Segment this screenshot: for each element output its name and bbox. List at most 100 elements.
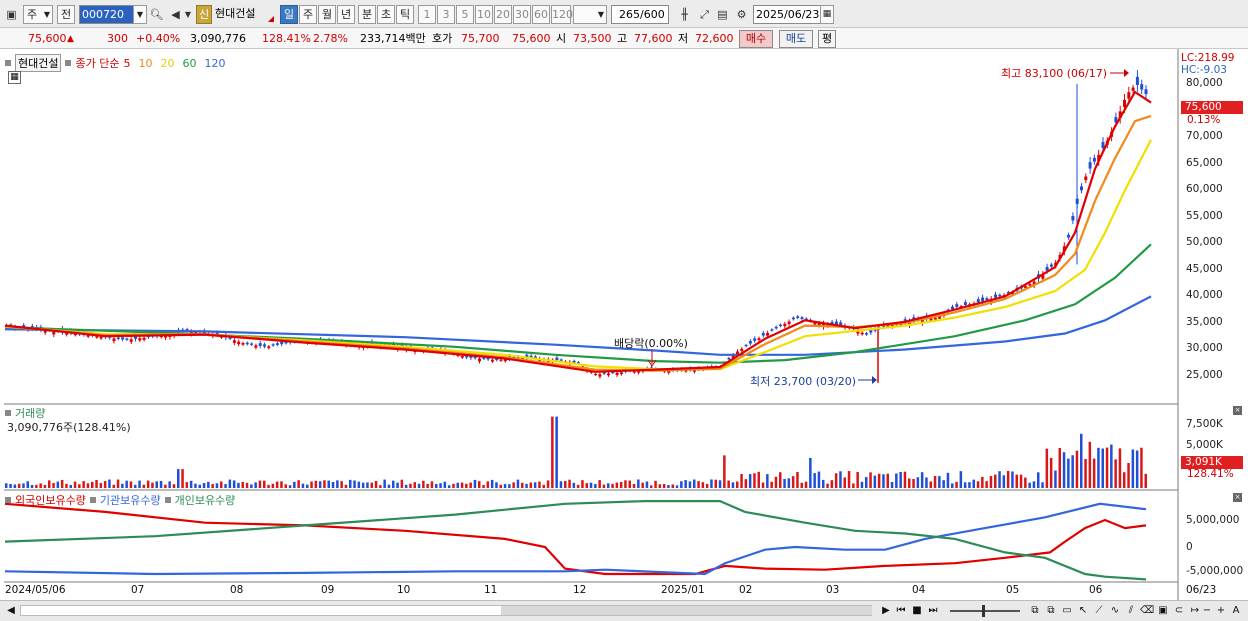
- candle-body: [271, 344, 275, 346]
- volume-bar: [658, 484, 662, 488]
- copy-icon[interactable]: ⧉: [1044, 604, 1058, 618]
- legend-ma60[interactable]: 60: [182, 57, 196, 70]
- close-panel-icon[interactable]: ×: [1233, 493, 1242, 502]
- interval-60[interactable]: 60: [532, 5, 550, 24]
- x-label-08: 08: [230, 584, 244, 596]
- period-month[interactable]: 월: [318, 5, 336, 24]
- magnet-icon[interactable]: ⊂: [1172, 604, 1186, 618]
- trend-tool-icon[interactable]: ∿: [1108, 604, 1122, 618]
- candle-body: [1101, 142, 1105, 148]
- volume-bar: [482, 485, 485, 488]
- price-change: 300: [107, 32, 128, 45]
- zoom-out-icon[interactable]: −: [1200, 604, 1214, 618]
- interval-10[interactable]: 10: [475, 5, 493, 24]
- legend-foreign[interactable]: 외국인보유수량: [15, 492, 86, 508]
- scroll-left-icon[interactable]: ◀: [4, 604, 18, 618]
- ask-price-2: 75,600: [512, 32, 551, 45]
- scroll-track[interactable]: [20, 605, 872, 616]
- text-size-icon[interactable]: A: [1229, 604, 1243, 618]
- x-label-04: 04: [912, 584, 926, 596]
- window-icon[interactable]: ⧉: [1028, 604, 1042, 618]
- speaker-icon[interactable]: ◀: [167, 5, 184, 24]
- image-icon[interactable]: ▣: [1156, 604, 1170, 618]
- volume-bar: [1131, 449, 1135, 488]
- line-tool-icon[interactable]: ⟋: [1092, 604, 1106, 618]
- candle-body: [482, 357, 486, 359]
- volume-bar: [228, 479, 232, 488]
- period-second[interactable]: 초: [377, 5, 395, 24]
- volume-bar: [899, 471, 902, 488]
- stock-code-dropdown[interactable]: ▼: [133, 5, 147, 24]
- gear-icon[interactable]: ⚙: [733, 5, 750, 24]
- zoom-slider-handle[interactable]: [982, 605, 985, 617]
- legend-ma20[interactable]: 20: [160, 57, 174, 70]
- interval-120[interactable]: 120: [551, 5, 573, 24]
- candle-body: [976, 299, 980, 303]
- volume-bar: [869, 472, 872, 488]
- volume-bar: [168, 481, 171, 488]
- chart-window-icon[interactable]: ▣: [3, 5, 20, 24]
- scroll-thumb[interactable]: [501, 606, 872, 615]
- volume-bar: [933, 476, 937, 488]
- interval-20[interactable]: 20: [494, 5, 512, 24]
- legend-ma120[interactable]: 120: [204, 57, 225, 70]
- volume-tick-5000: 5,000K: [1186, 439, 1223, 451]
- legend-stock-name[interactable]: 현대건설: [15, 54, 62, 72]
- period-tick[interactable]: 틱: [396, 5, 414, 24]
- legend-close-label[interactable]: 종가 단순: [75, 55, 119, 71]
- fib-tool-icon[interactable]: ⫽: [1124, 604, 1138, 618]
- legend-institution[interactable]: 기관보유수량: [100, 492, 161, 508]
- volume-bar: [559, 481, 563, 488]
- period-day[interactable]: 일: [280, 5, 298, 24]
- evaluate-button[interactable]: 평: [818, 30, 836, 48]
- chevron-down-icon[interactable]: ▼: [183, 5, 193, 24]
- date-input[interactable]: 2025/06/23: [753, 5, 821, 24]
- period-minute[interactable]: 분: [358, 5, 376, 24]
- count-input[interactable]: 265/600: [611, 5, 669, 24]
- volume-bar: [1028, 482, 1031, 488]
- zoom-in-icon[interactable]: +: [1214, 604, 1228, 618]
- scroll-right-icon[interactable]: ▶: [879, 604, 893, 618]
- zoom-slider[interactable]: [950, 605, 1020, 617]
- volume-bar: [1071, 455, 1074, 488]
- legend-individual[interactable]: 개인보유수량: [175, 492, 236, 508]
- volume-bar: [976, 481, 980, 488]
- candle-body: [985, 298, 989, 300]
- period-year[interactable]: 년: [337, 5, 355, 24]
- stock-code-input[interactable]: 000720: [79, 5, 137, 24]
- volume-bar: [91, 481, 94, 488]
- sell-button[interactable]: 매도: [779, 30, 813, 48]
- period-type-label: 주: [27, 8, 38, 21]
- search-icon[interactable]: 🔍︎: [148, 5, 165, 24]
- stop-icon[interactable]: ■: [910, 604, 924, 618]
- custom-interval-select[interactable]: ▼: [573, 5, 607, 24]
- calendar-icon[interactable]: ▦: [820, 5, 834, 24]
- calculator-icon[interactable]: ▦: [8, 71, 21, 84]
- price-tick-label: 25,000: [1186, 369, 1223, 381]
- volume-bar: [456, 482, 459, 488]
- legend-ma5[interactable]: 5: [123, 57, 130, 70]
- prev-button[interactable]: 전: [57, 5, 75, 24]
- period-week[interactable]: 주: [299, 5, 317, 24]
- interval-5[interactable]: 5: [456, 5, 474, 24]
- fast-forward-icon[interactable]: ⏭: [926, 604, 940, 618]
- erase-icon[interactable]: ⌫: [1140, 604, 1154, 618]
- volume-bar: [426, 483, 429, 488]
- volume-bar: [985, 481, 988, 488]
- period-type-select[interactable]: 주 ▼: [23, 5, 53, 24]
- chart-canvas[interactable]: [0, 49, 1248, 600]
- rewind-icon[interactable]: ⏮: [894, 604, 908, 618]
- interval-1[interactable]: 1: [418, 5, 436, 24]
- interval-30[interactable]: 30: [513, 5, 531, 24]
- cursor-icon[interactable]: ↖: [1076, 604, 1090, 618]
- save-icon[interactable]: ▤: [714, 5, 731, 24]
- buy-button[interactable]: 매수: [739, 30, 773, 48]
- legend-ma10[interactable]: 10: [138, 57, 152, 70]
- close-panel-icon[interactable]: ×: [1233, 406, 1242, 415]
- interval-3[interactable]: 3: [437, 5, 455, 24]
- candle-body: [783, 323, 787, 327]
- volume-bar: [568, 479, 571, 488]
- drawing-tool-icon[interactable]: ⤢: [696, 5, 713, 24]
- export-icon[interactable]: ▭: [1060, 604, 1074, 618]
- candle-type-icon[interactable]: ╫: [676, 5, 693, 24]
